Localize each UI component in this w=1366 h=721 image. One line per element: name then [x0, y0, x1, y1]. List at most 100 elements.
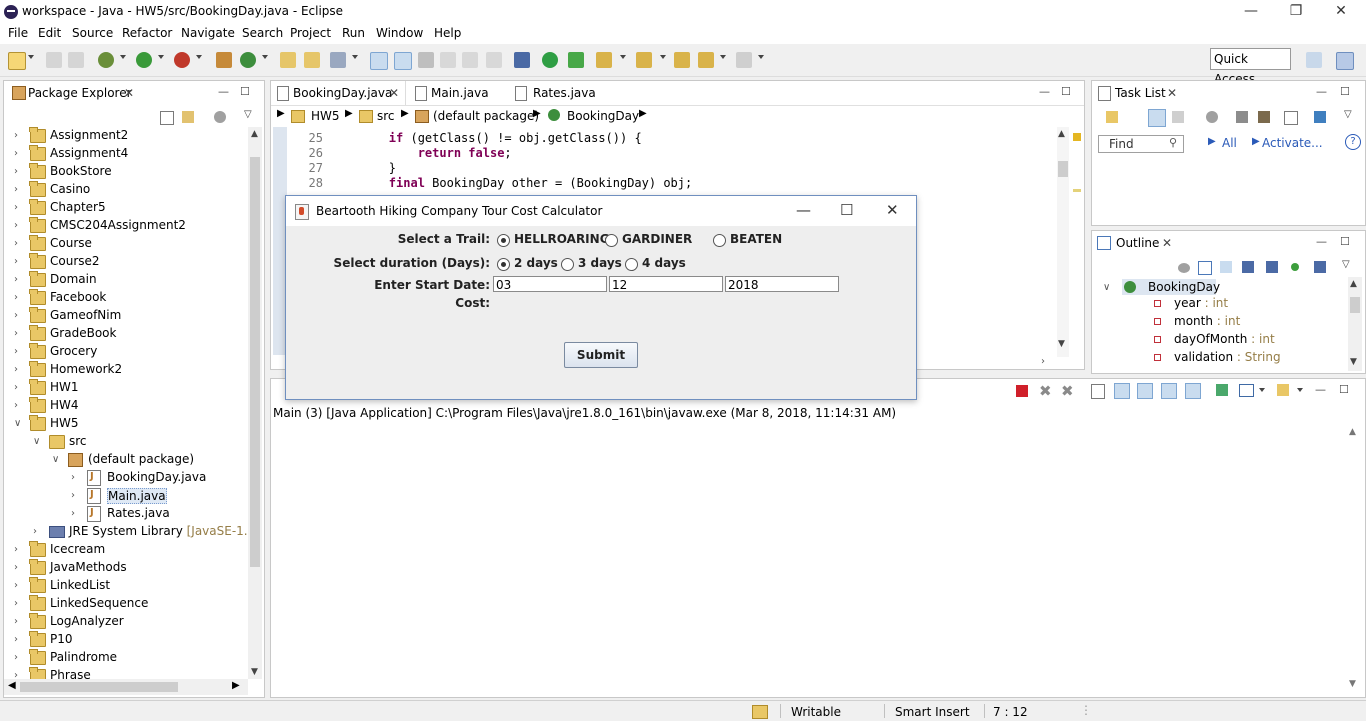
word-wrap-icon[interactable] [1137, 383, 1153, 399]
tree-item[interactable]: ∨ HW5 [4, 415, 248, 433]
run-icon[interactable] [136, 52, 152, 68]
code-line[interactable]: } [331, 161, 396, 176]
chevron-right-icon[interactable]: › [14, 166, 18, 177]
menu-help[interactable]: Help [434, 26, 461, 40]
open-task-icon[interactable] [304, 52, 320, 68]
debug-icon[interactable] [98, 52, 114, 68]
tree-item[interactable]: › LinkedList [4, 577, 248, 595]
forward-dropdown-icon[interactable] [758, 55, 764, 59]
chevron-right-icon[interactable]: › [14, 382, 18, 393]
tab-bookingday[interactable]: BookingDay.java ✕ [271, 81, 406, 105]
tree-item[interactable]: › Course2 [4, 253, 248, 271]
word-wrap-icon[interactable] [462, 52, 478, 68]
3-days-label[interactable]: 3 days [578, 256, 622, 270]
chevron-down-icon[interactable]: ∨ [1103, 282, 1110, 293]
scroll-left-icon[interactable]: ◀ [8, 680, 16, 691]
new-java-project-icon[interactable] [216, 52, 232, 68]
next-annotation-icon[interactable] [596, 52, 612, 68]
view-menu-icon[interactable]: ▽ [1344, 109, 1352, 120]
skip-breakpoints-icon[interactable] [514, 52, 530, 68]
hscroll-thumb[interactable] [20, 682, 178, 692]
scroll-down-icon[interactable]: ▼ [1058, 339, 1065, 349]
show-stdout-icon[interactable] [1161, 383, 1177, 399]
breadcrumb-arrow-icon[interactable]: ▶ [401, 108, 409, 119]
radio-gardiner[interactable] [605, 234, 618, 247]
menu-project[interactable]: Project [290, 26, 331, 40]
2-days-label[interactable]: 2 days [514, 256, 558, 270]
close-icon[interactable]: ✕ [1167, 86, 1177, 100]
radio-hellroaring[interactable] [497, 234, 510, 247]
menu-edit[interactable]: Edit [38, 26, 61, 40]
coverage-icon[interactable] [542, 52, 558, 68]
tree-item[interactable]: › CMSC204Assignment2 [4, 217, 248, 235]
tree-item[interactable]: › Grocery [4, 343, 248, 361]
open-perspective-icon[interactable] [1306, 52, 1322, 68]
focus-workweek-icon[interactable] [1258, 111, 1270, 123]
close-icon[interactable]: ✕ [389, 86, 399, 100]
chevron-right-icon[interactable]: › [14, 634, 18, 645]
tab-main[interactable]: Main.java [411, 81, 509, 105]
chevron-right-icon[interactable]: › [14, 202, 18, 213]
tree-item[interactable]: › Main.java [4, 487, 248, 505]
breadcrumb-arrow-icon[interactable]: ▶ [639, 108, 647, 119]
scroll-right-icon[interactable]: ▶ [232, 680, 240, 691]
beaten-label[interactable]: BEATEN [730, 232, 782, 246]
tree-item[interactable]: › Course [4, 235, 248, 253]
chevron-right-icon[interactable]: › [14, 238, 18, 249]
pin-console-icon[interactable] [1216, 384, 1228, 396]
menu-run[interactable]: Run [342, 26, 365, 40]
back-dropdown-icon[interactable] [720, 55, 726, 59]
chevron-down-icon[interactable]: ∨ [52, 454, 59, 465]
chevron-right-icon[interactable]: › [14, 400, 18, 411]
scroll-down-icon[interactable]: ▼ [1350, 357, 1357, 367]
tree-item[interactable]: ∨ src [4, 433, 248, 451]
editor-vscroll[interactable]: ▲ ▼ [1057, 127, 1069, 357]
tree-item[interactable]: › HW4 [4, 397, 248, 415]
sort-icon[interactable] [1220, 261, 1232, 273]
new-class-icon[interactable] [240, 52, 256, 68]
chevron-right-icon[interactable]: › [14, 220, 18, 231]
restore-button[interactable]: ❐ [1273, 0, 1319, 24]
start-year-field[interactable]: 2018 [725, 276, 839, 292]
tree-item[interactable]: › BookStore [4, 163, 248, 181]
tab-rates[interactable]: Rates.java [513, 81, 613, 105]
chevron-right-icon[interactable]: › [14, 346, 18, 357]
last-edit-icon[interactable] [674, 52, 690, 68]
outline-field[interactable]: validation : String [1092, 349, 1346, 367]
previous-annotation-dropdown-icon[interactable] [660, 55, 666, 59]
open-console-dropdown-icon[interactable] [1297, 388, 1303, 392]
radio-beaten[interactable] [713, 234, 726, 247]
4-days-label[interactable]: 4 days [642, 256, 686, 270]
clear-console-icon[interactable] [1091, 384, 1105, 399]
search-icon[interactable]: ⚲ [1169, 136, 1177, 149]
hide-completed-icon[interactable] [1236, 111, 1248, 123]
scroll-thumb[interactable] [1058, 161, 1068, 177]
link-with-editor-icon[interactable] [182, 111, 194, 123]
tree-item[interactable]: › Chapter5 [4, 199, 248, 217]
maximize-button[interactable]: ☐ [840, 201, 853, 219]
open-type-icon[interactable] [280, 52, 296, 68]
chevron-down-icon[interactable]: ∨ [33, 436, 40, 447]
external-tools-dropdown-icon[interactable] [196, 55, 202, 59]
package-explorer-title[interactable]: Package Explorer [28, 86, 132, 100]
gardiner-label[interactable]: GARDINER [622, 232, 692, 246]
tree-item[interactable]: › GameofNim [4, 307, 248, 325]
tree-item[interactable]: › LogAnalyzer [4, 613, 248, 631]
java-perspective-icon[interactable] [1336, 52, 1354, 70]
block-selection-icon[interactable] [418, 52, 434, 68]
menu-source[interactable]: Source [72, 26, 113, 40]
tree-item[interactable]: › Phrase [4, 667, 248, 679]
chevron-right-icon[interactable]: › [14, 544, 18, 555]
new-dropdown-icon[interactable] [28, 55, 34, 59]
collapse-all-icon[interactable] [1198, 261, 1212, 275]
tree-item[interactable]: › Domain [4, 271, 248, 289]
scroll-right-icon[interactable]: › [1041, 356, 1045, 367]
save-icon[interactable] [46, 52, 62, 68]
toggle-mark-occurrences-icon[interactable] [370, 52, 388, 70]
tree-item[interactable]: › HW1 [4, 379, 248, 397]
radio-2-days[interactable] [497, 258, 510, 271]
hide-static-icon[interactable] [1266, 261, 1278, 273]
breadcrumb-src[interactable]: src [377, 109, 395, 123]
tree-item[interactable]: › JavaMethods [4, 559, 248, 577]
code-line[interactable]: return false; [331, 146, 512, 161]
